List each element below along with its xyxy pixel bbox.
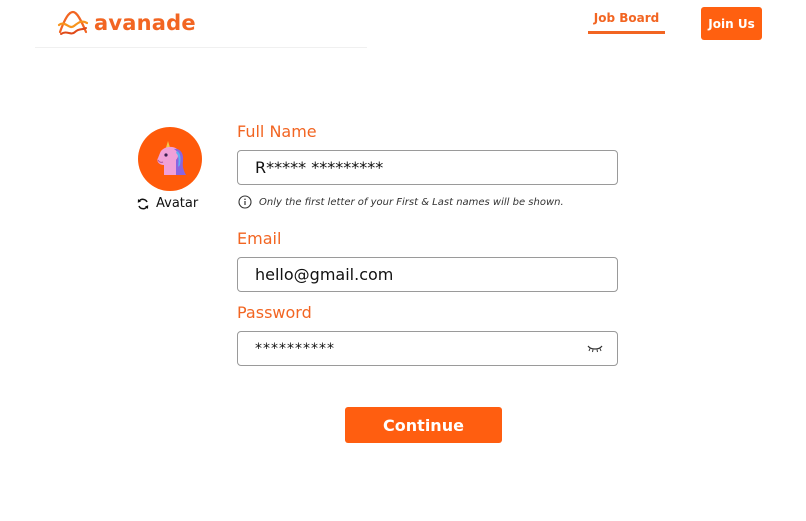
avatar-label: Avatar [156,196,199,211]
password-field[interactable]: ********** [237,331,618,366]
email-field[interactable]: hello@gmail.com [237,257,618,292]
avatar[interactable] [138,127,202,191]
info-icon [238,195,252,209]
full-name-field[interactable]: R***** ********* [237,150,618,185]
avanade-logo-icon [57,10,89,35]
brand-logo[interactable]: avanade [57,8,196,38]
unicorn-icon [157,141,186,175]
name-hint: Only the first letter of your First & La… [238,195,564,209]
name-hint-text: Only the first letter of your First & La… [259,196,564,208]
nav-job-board[interactable]: Job Board [588,11,665,34]
change-avatar-button[interactable]: Avatar [136,196,198,211]
join-us-button[interactable]: Join Us [701,7,762,40]
full-name-label: Full Name [237,122,317,141]
continue-button[interactable]: Continue [345,407,502,443]
refresh-icon [137,198,149,209]
eye-closed-icon[interactable] [587,343,603,355]
email-label: Email [237,229,282,248]
password-label: Password [237,303,312,322]
password-value: ********** [255,340,335,357]
brand-name: avanade [94,11,196,35]
